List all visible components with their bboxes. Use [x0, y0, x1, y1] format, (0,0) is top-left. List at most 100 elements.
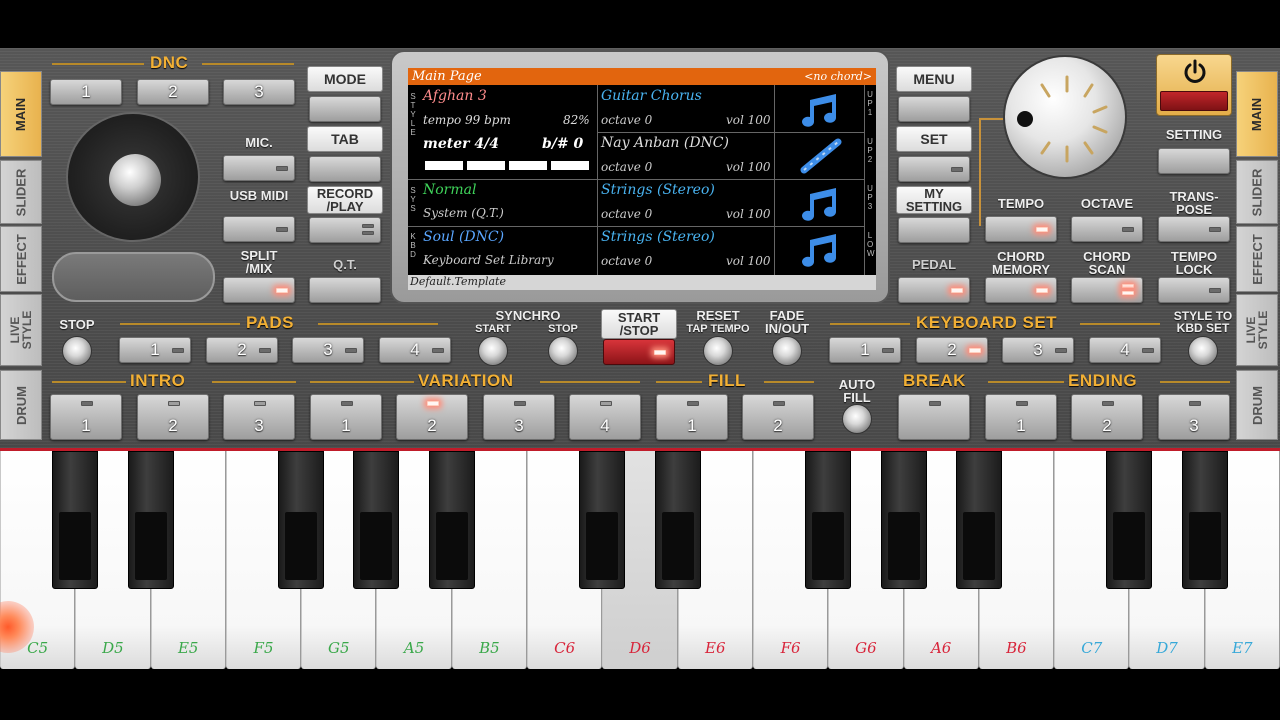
joystick[interactable] — [66, 112, 200, 242]
tab-drum-right[interactable]: DRUM — [1236, 370, 1278, 440]
variation-button-2[interactable]: 2 — [396, 394, 468, 440]
synchro-stop-label: STOP — [548, 323, 578, 335]
divider — [1080, 323, 1160, 325]
synchro-start-knob[interactable] — [478, 336, 508, 366]
transpose-button[interactable] — [1158, 216, 1230, 242]
usb-midi-button[interactable] — [223, 216, 295, 242]
music-note-icon[interactable] — [800, 92, 840, 128]
fill-button-1[interactable]: 1 — [656, 394, 728, 440]
tag-low: LOW — [866, 231, 875, 258]
kbd-set-button-3[interactable]: 3 — [1002, 337, 1074, 363]
intro-button-1[interactable]: 1 — [50, 394, 122, 440]
display-footer: Default.Template — [408, 275, 876, 290]
black-key[interactable] — [428, 451, 475, 589]
key-note-label: F6 — [780, 639, 801, 657]
setting-button[interactable] — [1158, 148, 1230, 174]
pads-stop-knob[interactable] — [62, 336, 92, 366]
pad-button-2[interactable]: 2 — [206, 337, 278, 363]
octave-button[interactable] — [1071, 216, 1143, 242]
nay-flute-icon[interactable] — [800, 138, 842, 174]
tab-effect-right[interactable]: EFFECT — [1236, 226, 1278, 292]
tab-live-style-right[interactable]: LIVE STYLE — [1236, 294, 1278, 366]
split-mix-button[interactable] — [223, 277, 295, 303]
qt-button[interactable] — [309, 277, 381, 303]
volume-dial[interactable] — [1003, 55, 1127, 179]
kbd-set-button-1[interactable]: 1 — [829, 337, 901, 363]
black-key[interactable] — [278, 451, 325, 589]
my-setting-button[interactable] — [898, 217, 970, 243]
black-key[interactable] — [880, 451, 927, 589]
variation-button-1[interactable]: 1 — [310, 394, 382, 440]
record-play-button[interactable] — [309, 217, 381, 243]
break-button[interactable] — [898, 394, 970, 440]
mode-label: MODE — [307, 66, 383, 92]
voice-vol-up1: vol 100 — [726, 113, 771, 127]
pad-button-3[interactable]: 3 — [292, 337, 364, 363]
auto-fill-knob[interactable] — [842, 404, 872, 434]
intro-button-2[interactable]: 2 — [137, 394, 209, 440]
black-key[interactable] — [805, 451, 852, 589]
pad-button-1[interactable]: 1 — [119, 337, 191, 363]
voice-octave-up3: octave 0 — [601, 207, 653, 221]
button-number: 1 — [1016, 416, 1026, 435]
style-to-kbd-knob[interactable] — [1188, 336, 1218, 366]
ending-button-3[interactable]: 3 — [1158, 394, 1230, 440]
chord-scan-label: CHORD SCAN — [1083, 249, 1131, 277]
intro-button-3[interactable]: 3 — [223, 394, 295, 440]
button-number: 2 — [168, 82, 178, 101]
style-tempo: tempo 99 bpm — [423, 113, 511, 127]
dnc-button-3[interactable]: 3 — [223, 79, 295, 105]
tab-effect-left[interactable]: EFFECT — [0, 226, 42, 292]
reset-tap-tempo-knob[interactable] — [703, 336, 733, 366]
tab-label: MAIN — [1249, 97, 1265, 131]
tab-live-style-left[interactable]: LIVE STYLE — [0, 294, 42, 366]
tempo-lock-button[interactable] — [1158, 277, 1230, 303]
octave-label: OCTAVE — [1080, 196, 1134, 211]
mic-button[interactable] — [223, 155, 295, 181]
variation-button-4[interactable]: 4 — [569, 394, 641, 440]
tab-main-right[interactable]: MAIN — [1236, 71, 1278, 157]
pad-button-4[interactable]: 4 — [379, 337, 451, 363]
divider — [52, 63, 144, 65]
black-key[interactable] — [127, 451, 174, 589]
black-key[interactable] — [579, 451, 626, 589]
tab-slider-right[interactable]: SLIDER — [1236, 160, 1278, 224]
tempo-button[interactable] — [985, 216, 1057, 242]
tab-button[interactable] — [309, 156, 381, 182]
fade-knob[interactable] — [772, 336, 802, 366]
chord-memory-button[interactable] — [985, 277, 1057, 303]
transpose-label: TRANS- POSE — [1169, 189, 1219, 217]
chord-scan-button[interactable] — [1071, 277, 1143, 303]
music-note-icon[interactable] — [800, 232, 840, 268]
synchro-stop-knob[interactable] — [548, 336, 578, 366]
music-note-icon[interactable] — [800, 186, 840, 222]
black-key[interactable] — [1106, 451, 1153, 589]
set-button[interactable] — [898, 156, 970, 182]
voice-octave-up1: octave 0 — [601, 113, 653, 127]
dnc-button-2[interactable]: 2 — [137, 79, 209, 105]
kbd-set-button-2[interactable]: 2 — [916, 337, 988, 363]
power-button[interactable] — [1156, 54, 1232, 116]
start-stop-button[interactable] — [603, 339, 675, 365]
fill-button-2[interactable]: 2 — [742, 394, 814, 440]
ending-button-1[interactable]: 1 — [985, 394, 1057, 440]
black-key[interactable] — [353, 451, 400, 589]
menu-button[interactable] — [898, 96, 970, 122]
black-key[interactable] — [955, 451, 1002, 589]
tab-drum-left[interactable]: DRUM — [0, 370, 42, 440]
tab-slider-left[interactable]: SLIDER — [0, 160, 42, 224]
key-note-label: G5 — [328, 639, 350, 657]
joystick-knob[interactable] — [109, 154, 161, 206]
mode-button[interactable] — [309, 96, 381, 122]
kbd-set-button-4[interactable]: 4 — [1089, 337, 1161, 363]
tab-label: DRUM — [1249, 385, 1265, 425]
black-key[interactable] — [654, 451, 701, 589]
touch-pad[interactable] — [52, 252, 215, 302]
pedal-button[interactable] — [898, 277, 970, 303]
variation-button-3[interactable]: 3 — [483, 394, 555, 440]
tab-main-left[interactable]: MAIN — [0, 71, 42, 157]
black-key[interactable] — [52, 451, 99, 589]
ending-button-2[interactable]: 2 — [1071, 394, 1143, 440]
black-key[interactable] — [1181, 451, 1228, 589]
dnc-button-1[interactable]: 1 — [50, 79, 167, 105]
